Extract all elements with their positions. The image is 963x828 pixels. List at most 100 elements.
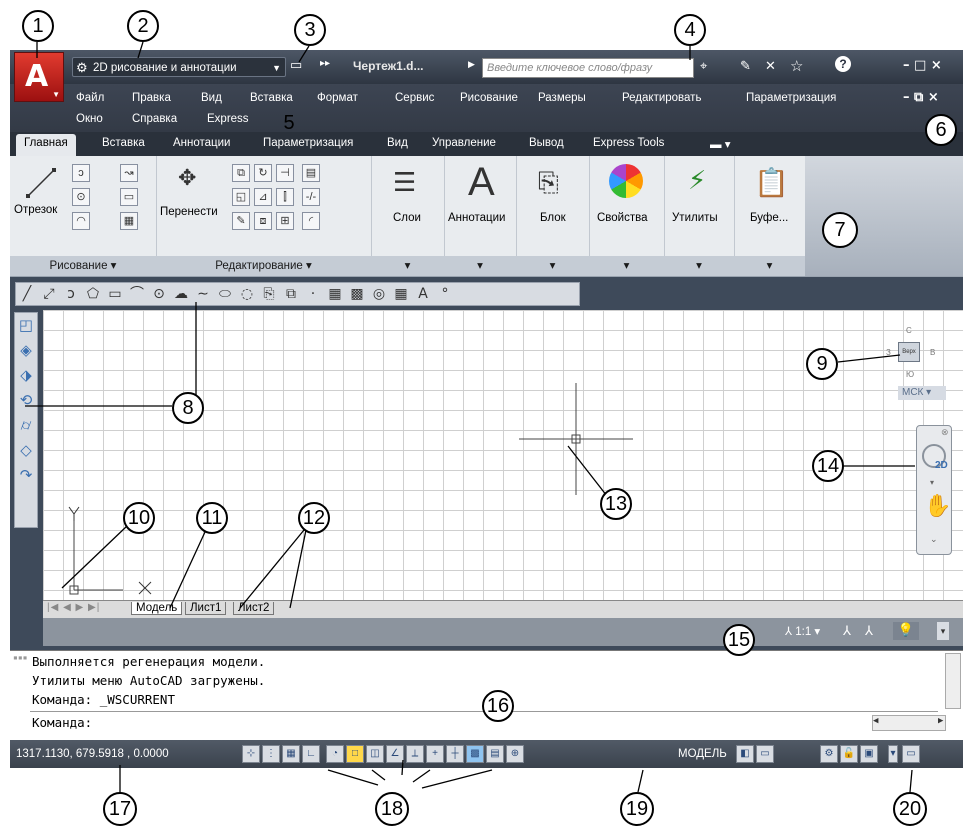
quick-properties-icon[interactable]: ▤ — [486, 745, 504, 763]
make-block-icon[interactable]: ⧉ — [280, 283, 302, 305]
tab-home[interactable]: Главная — [16, 134, 76, 156]
menu-help[interactable]: Справка — [132, 113, 177, 125]
line-button-label[interactable]: Отрезок — [14, 204, 57, 216]
infer-constraints-icon[interactable]: ⊹ — [242, 745, 260, 763]
fillet-icon[interactable]: ◜ — [302, 212, 320, 230]
viewcube-north[interactable]: С — [906, 326, 912, 335]
layers-panel-expander[interactable]: ▾ — [371, 256, 444, 276]
rectangle-icon[interactable]: ▭ — [104, 283, 126, 305]
explode-icon[interactable]: ⧈ — [254, 212, 272, 230]
expand-icon[interactable]: ⌄ — [930, 534, 938, 545]
lightbulb-icon[interactable]: 💡 — [893, 622, 919, 640]
add-selected-icon[interactable]: ° — [434, 283, 456, 305]
presspull-icon[interactable]: ⬗ — [15, 363, 37, 388]
circle-icon[interactable]: ⊙ — [72, 188, 90, 206]
clipboard-panel[interactable]: 📋 Буфе... ▾ — [734, 156, 806, 276]
array-grid-icon[interactable]: ⊞ — [276, 212, 294, 230]
circle-icon[interactable]: ⊙ — [148, 283, 170, 305]
auto-scale-icon[interactable]: ⅄ — [865, 623, 873, 639]
ucs-menu[interactable]: МСК ▾ — [898, 386, 946, 400]
erase-brush-icon[interactable]: ✎ — [232, 212, 250, 230]
selection-cycling-icon[interactable]: ⊕ — [506, 745, 524, 763]
menu-modify[interactable]: Редактировать — [622, 92, 701, 104]
polysolid-icon[interactable]: ◰ — [15, 313, 37, 338]
snap-mode-icon[interactable]: ⋮ — [262, 745, 280, 763]
table-icon[interactable]: ▦ — [390, 283, 412, 305]
tab-parametric[interactable]: Параметризация — [263, 137, 353, 149]
search-input[interactable]: Введите ключевое слово/фразу — [482, 58, 694, 78]
pan-hand-icon[interactable]: ✋ — [924, 494, 951, 519]
tab-output[interactable]: Вывод — [529, 137, 564, 149]
lineweight-icon[interactable]: ┼ — [446, 745, 464, 763]
menu-file[interactable]: Файл — [76, 92, 104, 104]
annotation-scale[interactable]: ⅄ 1:1 ▾ — [785, 624, 820, 638]
properties-panel[interactable]: Свойства ▾ — [589, 156, 665, 276]
dynamic-input-icon[interactable]: + — [426, 745, 444, 763]
ellipse-icon[interactable]: ⬭ — [214, 283, 236, 305]
workspace-selector[interactable]: ⚙ 2D рисование и аннотации ▼ — [72, 57, 286, 77]
viewcube[interactable]: С З В Ю Верх — [886, 326, 936, 382]
dynamic-ucs-icon[interactable]: ⟂ — [406, 745, 424, 763]
tab-view[interactable]: Вид — [387, 137, 408, 149]
menu-format[interactable]: Формат — [317, 92, 358, 104]
menu-express[interactable]: Express — [207, 113, 249, 125]
annotations-panel-expander[interactable]: ▾ — [444, 256, 516, 276]
tab-express-tools[interactable]: Express Tools — [593, 137, 664, 149]
cursor-coordinates[interactable]: 1317.1130, 679.5918 , 0.0000 — [16, 748, 169, 760]
document-controls[interactable]: – ⧉ × — [903, 90, 939, 105]
menu-edit[interactable]: Правка — [132, 92, 171, 104]
polyline-icon[interactable]: ↄ — [60, 283, 82, 305]
model-space-label[interactable]: МОДЕЛЬ — [678, 748, 727, 760]
menu-draw[interactable]: Рисование — [460, 92, 518, 104]
new-document-icon[interactable]: ▭ — [290, 57, 302, 73]
spline-icon[interactable]: ∼ — [192, 283, 214, 305]
chevron-down-icon[interactable]: ▾ — [888, 745, 898, 763]
array-icon[interactable]: ▤ — [302, 164, 320, 182]
hatch-icon[interactable]: ▦ — [324, 283, 346, 305]
region-icon[interactable]: ◎ — [368, 283, 390, 305]
rectangle-icon[interactable]: ▭ — [120, 188, 138, 206]
star-icon[interactable]: ☆ — [790, 57, 803, 75]
block-panel[interactable]: ⎘ Блок ▾ — [516, 156, 590, 276]
grid-display-icon[interactable]: ▦ — [282, 745, 300, 763]
construction-line-icon[interactable]: ⤢ — [38, 283, 60, 305]
viewcube-face-top[interactable]: Верх — [898, 342, 920, 362]
gradient-icon[interactable]: ▩ — [346, 283, 368, 305]
window-controls[interactable]: – □ × — [903, 58, 942, 73]
tab-model[interactable]: Модель — [131, 602, 183, 615]
chevron-down-icon[interactable]: ▾ — [930, 478, 934, 487]
viewcube-east[interactable]: В — [930, 348, 935, 357]
menu-insert[interactable]: Вставка — [250, 92, 293, 104]
loft-icon[interactable]: ◇ — [15, 438, 37, 463]
tab-sheet2[interactable]: Лист2 — [233, 602, 275, 615]
triangle-right-icon[interactable]: ▶ — [468, 59, 475, 70]
ortho-mode-icon[interactable]: ∟ — [302, 745, 320, 763]
insert-block-icon[interactable]: ⎘ — [258, 283, 280, 305]
polyline-icon[interactable]: ↄ — [72, 164, 90, 182]
command-prompt[interactable]: Команда: — [32, 715, 92, 730]
arc-icon[interactable]: ◠ — [72, 212, 90, 230]
scale-icon[interactable]: ⊿ — [254, 188, 272, 206]
close-icon[interactable]: ⊗ — [941, 427, 949, 438]
quick-view-layouts-icon[interactable]: ◧ — [736, 745, 754, 763]
layers-panel[interactable]: ☰ Слои ▾ — [371, 156, 445, 276]
multiline-text-icon[interactable]: A — [412, 283, 434, 305]
line-icon[interactable] — [26, 168, 56, 198]
modify-panel-title[interactable]: Редактирование ▾ — [156, 256, 371, 276]
revolve-icon[interactable]: ⟲ — [15, 388, 37, 413]
ellipse-arc-icon[interactable]: ◌ — [236, 283, 258, 305]
viewcube-south[interactable]: Ю — [906, 370, 914, 379]
sweep-icon[interactable]: ↷ — [15, 463, 37, 488]
workspace-switching-icon[interactable]: ⚙ — [820, 745, 838, 763]
stretch-icon[interactable]: ◱ — [232, 188, 250, 206]
menu-tools[interactable]: Сервис — [395, 92, 434, 104]
clipboard-panel-expander[interactable]: ▾ — [734, 256, 805, 276]
line-icon[interactable]: ╱ — [16, 283, 38, 305]
exchange-icon[interactable]: ✕ — [765, 58, 776, 74]
more-tools-icon[interactable]: ▸▸ — [320, 58, 330, 69]
utilities-panel-expander[interactable]: ▾ — [664, 256, 734, 276]
menu-view[interactable]: Вид — [201, 92, 222, 104]
ribbon-options-icon[interactable]: ▬ ▾ — [710, 137, 730, 151]
linetype-icon[interactable]: -/- — [302, 188, 320, 206]
application-menu-button[interactable]: A ▼ — [14, 52, 64, 102]
